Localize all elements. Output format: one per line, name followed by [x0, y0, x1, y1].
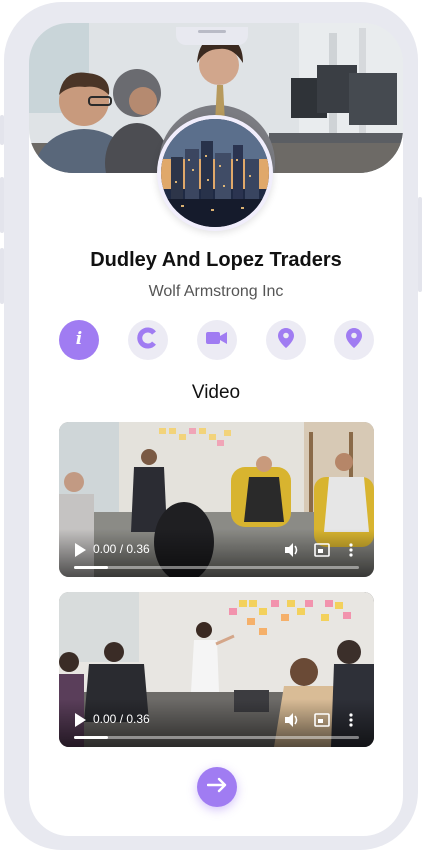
- video-button[interactable]: [197, 320, 237, 360]
- video-camera-icon: [206, 330, 228, 351]
- phone-side-button: [0, 177, 4, 233]
- video-player-2[interactable]: 0.00 / 0.36: [59, 592, 374, 747]
- location-pin-icon: [346, 327, 362, 353]
- info-icon: i: [69, 328, 89, 353]
- info-button[interactable]: i: [59, 320, 99, 360]
- video-controls: 0.00 / 0.36: [59, 699, 374, 747]
- progress-track[interactable]: [74, 566, 359, 569]
- picture-in-picture-icon[interactable]: [314, 712, 330, 728]
- svg-text:i: i: [76, 329, 82, 348]
- phone-notch: [176, 27, 248, 45]
- profile-name: Dudley And Lopez Traders: [90, 249, 342, 271]
- phone-screen: Dudley And Lopez Traders Wolf Armstrong …: [29, 23, 403, 836]
- phone-frame: Dudley And Lopez Traders Wolf Armstrong …: [0, 2, 422, 850]
- location-button-1[interactable]: [266, 320, 306, 360]
- profile-avatar: [157, 115, 273, 231]
- video-player-1[interactable]: 0.00 / 0.36: [59, 422, 374, 577]
- more-options-icon[interactable]: [343, 542, 359, 558]
- phone-side-button: [0, 248, 4, 304]
- video-time: 0.00 / 0.36: [93, 542, 150, 556]
- c-brand-icon: [137, 327, 159, 354]
- phone-side-button: [0, 115, 4, 145]
- volume-icon[interactable]: [284, 542, 300, 558]
- phone-side-button: [418, 197, 422, 292]
- more-options-icon[interactable]: [343, 712, 359, 728]
- progress-fill: [74, 566, 109, 569]
- location-button-2[interactable]: [334, 320, 374, 360]
- location-pin-icon: [278, 327, 294, 353]
- arrow-right-icon: [206, 777, 227, 798]
- progress-track[interactable]: [74, 736, 359, 739]
- play-icon[interactable]: [74, 713, 86, 727]
- picture-in-picture-icon[interactable]: [314, 542, 330, 558]
- video-section-title: Video: [191, 382, 241, 403]
- video-controls: 0.00 / 0.36: [59, 529, 374, 577]
- progress-fill: [74, 736, 109, 739]
- profile-company: Wolf Armstrong Inc: [148, 283, 284, 300]
- c-brand-button[interactable]: [128, 320, 168, 360]
- play-icon[interactable]: [74, 543, 86, 557]
- next-button[interactable]: [197, 767, 237, 807]
- video-time: 0.00 / 0.36: [93, 712, 150, 726]
- volume-icon[interactable]: [284, 712, 300, 728]
